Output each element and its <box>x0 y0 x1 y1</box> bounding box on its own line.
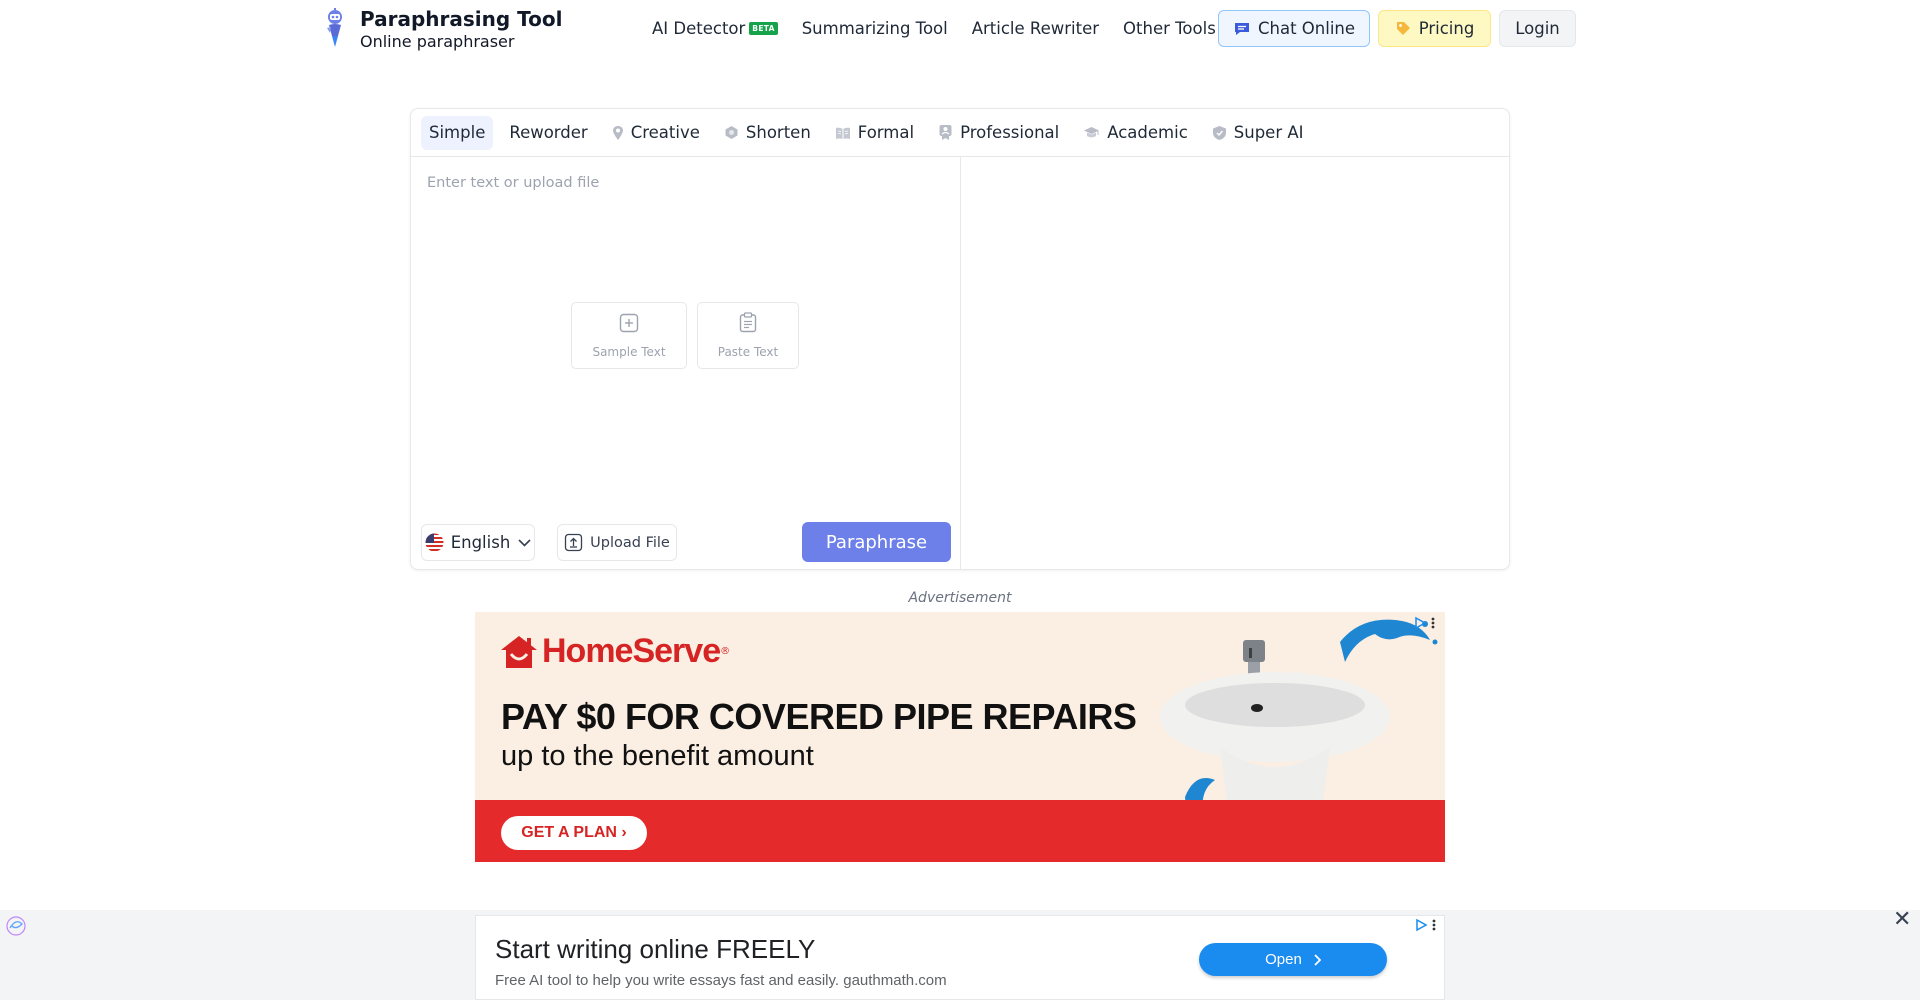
chevron-down-icon <box>518 538 531 547</box>
hexagon-icon <box>724 125 739 140</box>
get-a-plan-button[interactable]: GET A PLAN › <box>501 816 647 850</box>
mode-tab-label: Simple <box>429 123 486 142</box>
nav-other-tools[interactable]: Other Tools <box>1123 14 1216 42</box>
sample-text-button[interactable]: Sample Text <box>571 302 687 369</box>
language-select[interactable]: English <box>421 524 535 561</box>
homeserve-logo: HomeServe ® <box>499 632 730 671</box>
mode-tab-academic[interactable]: Academic <box>1075 116 1196 150</box>
sample-text-label: Sample Text <box>592 344 666 359</box>
upload-icon <box>564 533 583 552</box>
mode-tab-simple[interactable]: Simple <box>421 115 494 150</box>
price-tag-icon <box>1395 20 1412 37</box>
editor-divider <box>960 157 961 569</box>
mode-tabs: Simple Reworder Creative Shorten Formal <box>411 109 1509 157</box>
ad-menu-icon[interactable] <box>1430 616 1436 630</box>
sticky-ad-description: Free AI tool to help you write essays fa… <box>495 972 947 989</box>
mode-tab-label: Reworder <box>509 123 588 142</box>
shield-icon <box>1212 125 1227 141</box>
paraphrase-button[interactable]: Paraphrase <box>802 522 951 562</box>
mode-tab-shorten[interactable]: Shorten <box>716 116 819 150</box>
open-label: Open <box>1265 951 1302 968</box>
chat-online-button[interactable]: Chat Online <box>1218 10 1370 47</box>
mode-tab-professional[interactable]: Professional <box>930 116 1067 150</box>
paraphrase-editor: Simple Reworder Creative Shorten Formal <box>410 108 1510 570</box>
pricing-button[interactable]: Pricing <box>1378 10 1491 47</box>
mode-tab-reworder[interactable]: Reworder <box>501 116 595 150</box>
mode-tab-label: Super AI <box>1233 123 1304 142</box>
nav-article-rewriter[interactable]: Article Rewriter <box>972 14 1099 42</box>
brand-subtitle: Online paraphraser <box>360 32 515 51</box>
mode-tab-formal[interactable]: Formal <box>827 116 922 150</box>
nav-ai-detector-label: AI Detector <box>652 18 746 38</box>
ad-provider-badge-icon[interactable] <box>4 914 28 938</box>
nav-summarizing-tool[interactable]: Summarizing Tool <box>802 14 948 42</box>
ad-menu-icon[interactable] <box>1431 918 1437 932</box>
chevron-right-icon <box>1314 953 1321 966</box>
homeserve-ad-banner[interactable]: HomeServe ® PAY $0 FOR COVERED PIPE REPA… <box>475 612 1445 862</box>
login-button[interactable]: Login <box>1499 10 1576 47</box>
chat-bubble-icon <box>1233 20 1251 38</box>
mode-tab-super-ai[interactable]: Super AI <box>1204 116 1312 150</box>
language-label: English <box>450 533 511 552</box>
registered-mark: ® <box>720 646 731 657</box>
badge-icon <box>938 124 953 141</box>
ad-subline: up to the benefit amount <box>501 740 814 772</box>
ad-choices-icon[interactable] <box>1413 616 1427 630</box>
clipboard-icon <box>739 312 757 337</box>
pin-icon <box>612 125 624 141</box>
paste-text-button[interactable]: Paste Text <box>697 302 799 369</box>
house-icon <box>501 635 537 668</box>
input-text-area[interactable] <box>427 175 947 285</box>
homeserve-brand: HomeServe <box>542 632 721 670</box>
upload-file-label: Upload File <box>590 534 670 551</box>
us-flag-icon <box>425 533 444 552</box>
pricing-label: Pricing <box>1418 19 1475 38</box>
paste-text-label: Paste Text <box>717 345 779 359</box>
book-icon <box>835 126 851 140</box>
plus-square-icon <box>619 313 639 337</box>
ad-headline: PAY $0 FOR COVERED PIPE REPAIRS <box>501 696 1137 737</box>
chat-online-label: Chat Online <box>1257 19 1356 38</box>
ad-choices-icon[interactable] <box>1414 918 1428 932</box>
mode-tab-creative[interactable]: Creative <box>604 116 708 150</box>
mode-tab-label: Shorten <box>745 123 811 142</box>
close-icon[interactable]: ✕ <box>1893 909 1911 931</box>
beta-badge: BETA <box>749 21 778 35</box>
brand-title[interactable]: Paraphrasing Tool <box>360 7 563 31</box>
mode-tab-label: Formal <box>857 123 915 142</box>
open-button[interactable]: Open <box>1199 943 1387 976</box>
robot-logo-icon[interactable] <box>318 6 352 48</box>
nav-ai-detector[interactable]: AI Detector BETA <box>652 14 778 42</box>
sticky-ad-title: Start writing online FREELY <box>495 934 816 964</box>
main-nav: AI Detector BETA Summarizing Tool Articl… <box>652 14 1240 42</box>
graduation-cap-icon <box>1083 125 1100 140</box>
sticky-bottom-ad: Start writing online FREELY Free AI tool… <box>0 910 1920 1000</box>
mode-tab-label: Creative <box>630 123 700 142</box>
mode-tab-label: Professional <box>960 123 1060 142</box>
upload-file-button[interactable]: Upload File <box>557 524 677 561</box>
mode-tab-label: Academic <box>1107 123 1188 142</box>
site-header: Paraphrasing Tool Online paraphraser AI … <box>0 0 1920 56</box>
advertisement-label: Advertisement <box>908 590 1012 606</box>
sticky-ad-card[interactable]: Start writing online FREELY Free AI tool… <box>475 915 1445 1000</box>
